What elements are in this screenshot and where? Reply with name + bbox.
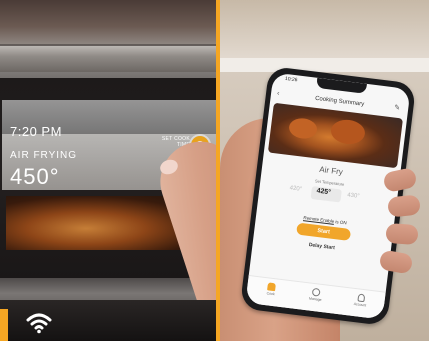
oven-top (0, 0, 216, 44)
kitchen-shelf (220, 0, 429, 58)
start-button[interactable]: Start (296, 222, 352, 241)
cook-icon (267, 282, 276, 292)
smartphone: 10:26 ‹ Cooking Summary ✎ Air Fry Set Te… (239, 65, 417, 327)
remote-enable-suffix: is ON (333, 218, 347, 226)
temp-option[interactable]: 430° (347, 192, 360, 199)
phone-notch (316, 77, 367, 94)
phone-screen: 10:26 ‹ Cooking Summary ✎ Air Fry Set Te… (245, 72, 411, 320)
wifi-icon (26, 313, 52, 334)
split-photo: 7:20 PM AIR FRYING 450° SET COOK TIME 10… (0, 0, 429, 341)
temp-option[interactable]: 420° (289, 185, 302, 192)
kitchen-counter (220, 58, 429, 72)
nav-cook[interactable]: Cook (251, 280, 292, 298)
account-icon (356, 293, 365, 303)
nav-account[interactable]: Account (340, 291, 381, 309)
remote-enable-link[interactable]: Remote Enable (303, 215, 334, 224)
finger-photo (385, 222, 419, 246)
oven-panel: 7:20 PM AIR FRYING 450° SET COOK TIME (0, 0, 216, 341)
oven-handle-rail (0, 46, 216, 72)
oven-mode: AIR FRYING (10, 150, 78, 161)
accent-bar (0, 309, 8, 341)
oven-time: 7:20 PM (10, 124, 62, 139)
manage-icon (311, 287, 321, 297)
edit-icon[interactable]: ✎ (394, 103, 401, 112)
status-time: 10:26 (284, 75, 298, 84)
delay-start-button[interactable]: Delay Start (253, 235, 391, 258)
oven-temperature: 450° (10, 164, 60, 189)
nav-manage[interactable]: Manage (295, 286, 336, 304)
